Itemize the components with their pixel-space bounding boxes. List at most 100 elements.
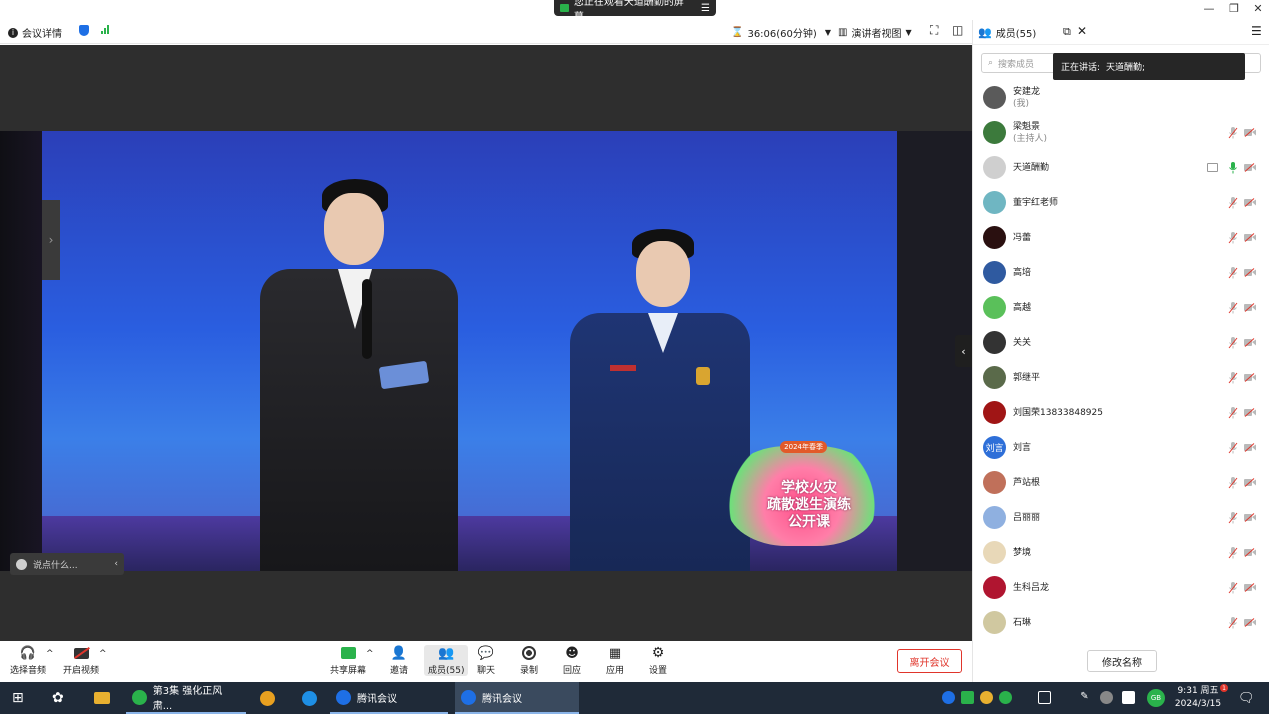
member-row[interactable]: 芦站根 [973, 465, 1269, 500]
mic-off-icon[interactable] [1228, 546, 1238, 559]
camera-off-icon[interactable] [1244, 583, 1256, 592]
camera-off-icon[interactable] [1244, 513, 1256, 522]
mic-off-icon[interactable] [1228, 406, 1238, 419]
menu-icon[interactable]: ☰ [701, 3, 710, 14]
tray-check-icon[interactable] [1122, 691, 1135, 704]
tray-app-icon[interactable] [980, 691, 993, 704]
member-row[interactable]: 高越 [973, 290, 1269, 325]
taskbar-task[interactable]: 腾讯会议 [455, 682, 579, 714]
close-icon[interactable]: ✕ [1077, 24, 1087, 38]
member-row[interactable]: 郭继平 [973, 360, 1269, 395]
react-button[interactable]: ☻ 回应 [563, 645, 581, 677]
restore-button[interactable]: ❐ [1222, 2, 1246, 15]
member-row[interactable]: 天道酬勤 [973, 150, 1269, 185]
emoji-icon[interactable] [16, 558, 27, 570]
leave-meeting-button[interactable]: 离开会议 [897, 649, 962, 673]
view-mode-dropdown[interactable]: ▥ 演讲者视图 ▼ [838, 25, 912, 40]
menu-icon[interactable]: ☰ [1251, 24, 1262, 38]
camera-off-icon[interactable] [1244, 618, 1256, 627]
mic-off-icon[interactable] [1228, 231, 1238, 244]
member-row[interactable]: 冯蕾 [973, 220, 1269, 255]
member-row[interactable]: 高培 [973, 255, 1269, 290]
mic-off-icon[interactable] [1228, 441, 1238, 454]
member-row[interactable]: 董宇红老师 [973, 185, 1269, 220]
camera-off-icon[interactable] [1244, 373, 1256, 382]
member-row[interactable]: 刘国荣13833848925 [973, 395, 1269, 430]
fullscreen-button[interactable]: ⛶ [930, 23, 938, 38]
file-explorer-button[interactable] [88, 682, 116, 714]
settings-button[interactable]: ⚙ 设置 [649, 645, 667, 676]
minimize-button[interactable]: — [1197, 2, 1221, 15]
tray-shield-icon[interactable] [961, 691, 974, 704]
input-method-badge[interactable]: GB [1147, 689, 1165, 707]
rename-button[interactable]: 修改名称 [1087, 650, 1157, 672]
apps-button[interactable]: ▦ 应用 [606, 645, 624, 677]
camera-off-icon[interactable] [1244, 198, 1256, 207]
member-row[interactable]: 安建龙 (我) [973, 80, 1269, 115]
collapse-panel-button[interactable]: ‹ [955, 335, 972, 367]
video-button[interactable]: 开启视频 [63, 645, 99, 676]
action-center-button[interactable]: 🗨 [1232, 682, 1261, 714]
share-options-caret[interactable]: ^ [366, 649, 374, 659]
mic-off-icon[interactable] [1228, 301, 1238, 314]
video-options-caret[interactable]: ^ [99, 649, 107, 659]
invite-button[interactable]: 👤 邀请 [390, 645, 408, 677]
popout-icon[interactable]: ⧉ [1063, 25, 1071, 39]
mic-off-icon[interactable] [1228, 336, 1238, 349]
tray-network-icon[interactable] [1038, 691, 1051, 704]
record-button[interactable]: 录制 [520, 645, 538, 676]
audio-button[interactable]: 🎧 选择音频 [10, 645, 46, 677]
camera-off-icon[interactable] [1244, 303, 1256, 312]
taskbar-task[interactable] [296, 682, 326, 714]
start-button[interactable]: ⊞ [6, 682, 30, 714]
member-row[interactable]: 生科吕龙 [973, 570, 1269, 605]
mic-on-icon[interactable] [1228, 161, 1238, 174]
chevron-left-icon[interactable]: ‹ [114, 559, 118, 569]
mic-off-icon[interactable] [1228, 196, 1238, 209]
member-row[interactable]: 关关 [973, 325, 1269, 360]
mic-off-icon[interactable] [1228, 126, 1238, 139]
mic-off-icon[interactable] [1228, 581, 1238, 594]
camera-off-icon[interactable] [1244, 408, 1256, 417]
sidebar-toggle-button[interactable]: ◫ [952, 23, 963, 37]
chat-input[interactable]: 说点什么... [33, 558, 78, 571]
camera-off-icon[interactable] [1244, 128, 1256, 137]
chat-button[interactable]: 💬 聊天 [477, 645, 495, 677]
screen-share-banner[interactable]: 您正在观看天道酬勤的屏幕 ☰ [554, 0, 716, 23]
share-screen-button[interactable]: 共享屏幕 [330, 645, 366, 676]
tray-tencent-icon[interactable] [942, 691, 955, 704]
meeting-timer[interactable]: ⌛ 36:06(60分钟) ▼ [731, 25, 831, 40]
member-row[interactable]: 石琳 [973, 605, 1269, 640]
network-signal[interactable] [101, 25, 109, 34]
taskbar-task[interactable] [254, 682, 290, 714]
mic-off-icon[interactable] [1228, 476, 1238, 489]
camera-off-icon[interactable] [1244, 338, 1256, 347]
camera-off-icon[interactable] [1244, 478, 1256, 487]
quick-chat-bar[interactable]: 说点什么... ‹ [10, 553, 124, 575]
camera-off-icon[interactable] [1244, 233, 1256, 242]
meeting-info-button[interactable]: i 会议详情 [8, 25, 62, 40]
camera-off-icon[interactable] [1244, 163, 1256, 172]
camera-off-icon[interactable] [1244, 268, 1256, 277]
tray-close-icon[interactable] [1100, 691, 1113, 704]
member-row[interactable]: 梦境 [973, 535, 1269, 570]
taskbar-app-1[interactable]: ✿ [46, 682, 70, 714]
taskbar-task[interactable]: 腾讯会议 [330, 682, 448, 714]
mic-off-icon[interactable] [1228, 266, 1238, 279]
expand-left-button[interactable]: › [42, 200, 60, 280]
tray-wechat-icon[interactable] [999, 691, 1012, 704]
mic-off-icon[interactable] [1228, 511, 1238, 524]
member-row[interactable]: 梁魁景 (主持人) [973, 115, 1269, 150]
mic-off-icon[interactable] [1228, 371, 1238, 384]
taskbar-task[interactable]: 第3集 强化正风肃... [126, 682, 246, 714]
mic-off-icon[interactable] [1228, 616, 1238, 629]
audio-options-caret[interactable]: ^ [46, 649, 54, 659]
member-row[interactable]: 刘言 刘言 [973, 430, 1269, 465]
security-shield-button[interactable] [79, 25, 89, 36]
camera-off-icon[interactable] [1244, 548, 1256, 557]
members-button[interactable]: 👥 成员(55) [424, 645, 469, 676]
pen-icon[interactable]: ✎ [1078, 691, 1091, 704]
system-clock[interactable]: 9:31 周五 2024/3/15 [1172, 685, 1224, 711]
camera-off-icon[interactable] [1244, 443, 1256, 452]
close-window-button[interactable]: ✕ [1246, 2, 1269, 15]
